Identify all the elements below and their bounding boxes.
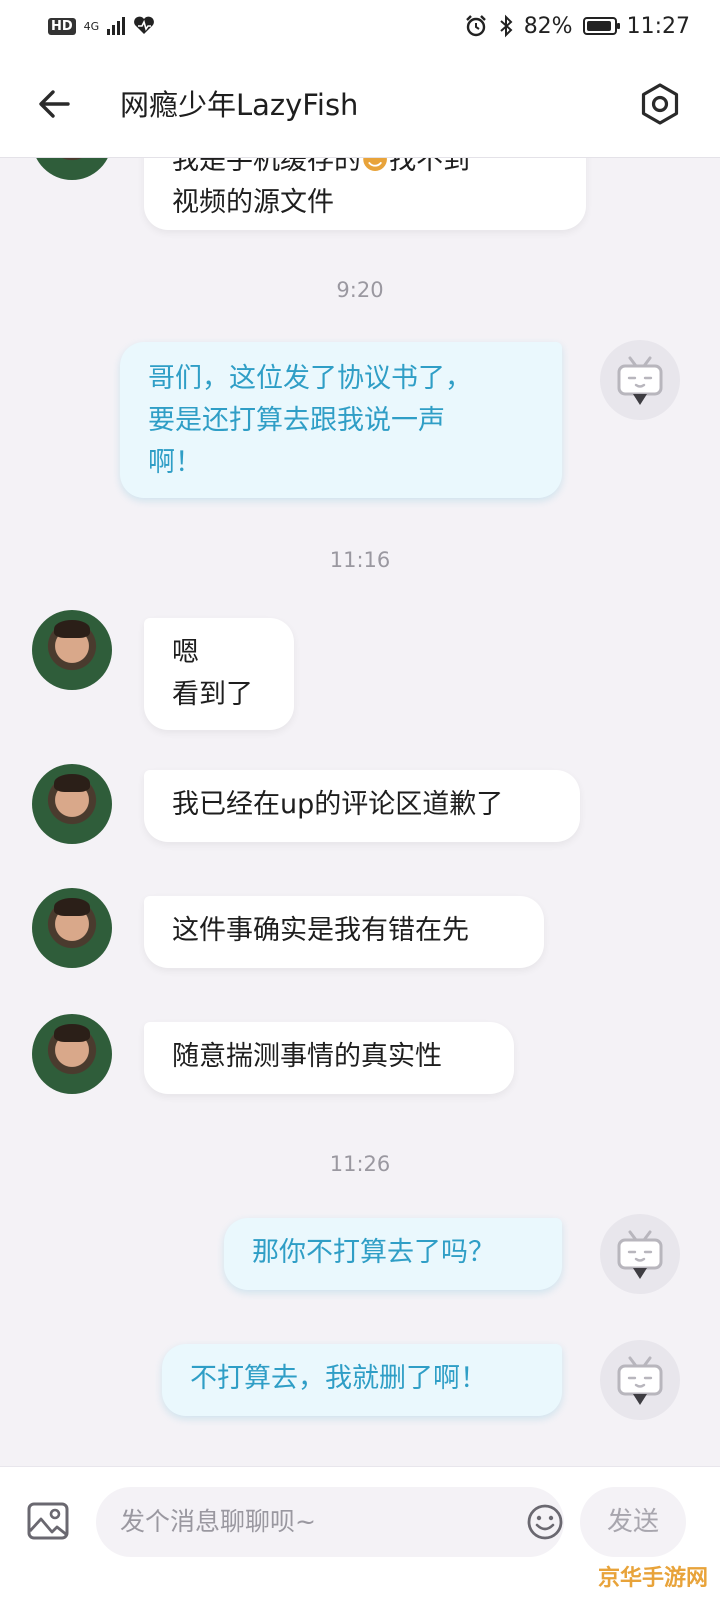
chat-header: 网瘾少年LazyFish <box>0 52 720 158</box>
alarm-icon <box>465 15 486 37</box>
emoji-icon: ☻ <box>361 158 390 176</box>
message-bubble-outgoing[interactable]: 不打算去，我就删了啊！ <box>162 1344 562 1416</box>
emoji-icon[interactable] <box>526 1503 564 1541</box>
my-avatar[interactable] <box>600 1340 680 1420</box>
timestamp: 9:20 <box>336 278 384 302</box>
message-text: 那你不打算去了吗？ <box>252 1237 495 1268</box>
signal-icon <box>107 17 126 35</box>
watermark: 京华手游网 <box>591 1558 714 1594</box>
bluetooth-icon <box>500 14 513 38</box>
network-indicator: 4G <box>83 19 100 33</box>
message-text: 嗯 <box>172 637 199 668</box>
tv-mascot-icon <box>617 1356 663 1405</box>
battery-icon <box>582 17 620 35</box>
message-bubble-outgoing[interactable]: 哥们，这位发了协议书了， 要是还打算去跟我说一声 啊！ <box>120 342 562 498</box>
status-bar: HD 4G 82% 11:27 <box>0 0 720 52</box>
message-text: 随意揣测事情的真实性 <box>172 1041 442 1072</box>
message-text: 啊！ <box>148 447 202 478</box>
send-button[interactable]: 发送 <box>580 1487 686 1557</box>
message-bubble-incoming[interactable]: 我是手机缓存的☻找不到 视频的源文件 <box>144 158 586 230</box>
contact-avatar[interactable] <box>32 610 112 690</box>
hd-icon: HD <box>48 17 76 35</box>
message-text: 看到了 <box>172 679 253 710</box>
back-arrow-icon[interactable] <box>34 84 74 124</box>
tv-mascot-icon <box>617 356 663 405</box>
message-bubble-incoming[interactable]: 随意揣测事情的真实性 <box>144 1022 514 1094</box>
image-icon[interactable] <box>26 1499 70 1543</box>
message-input[interactable]: 发个消息聊聊呗~ <box>96 1487 564 1557</box>
message-list[interactable]: 我是手机缓存的☻找不到 视频的源文件 9:20 哥们，这位发了协议书了， 要是还… <box>0 158 720 1466</box>
contact-avatar[interactable] <box>32 1014 112 1094</box>
timestamp: 11:16 <box>329 548 391 572</box>
message-text: 要是还打算去跟我说一声 <box>148 405 445 436</box>
contact-avatar[interactable] <box>32 764 112 844</box>
timestamp: 11:26 <box>329 1152 391 1176</box>
message-bubble-outgoing[interactable]: 那你不打算去了吗？ <box>224 1218 562 1290</box>
contact-avatar[interactable] <box>32 158 112 180</box>
contact-avatar[interactable] <box>32 888 112 968</box>
my-avatar[interactable] <box>600 340 680 420</box>
my-avatar[interactable] <box>600 1214 680 1294</box>
battery-percent: 82% <box>523 13 573 39</box>
status-right: 82% 11:27 <box>464 14 690 39</box>
message-text: 我是手机缓存的☻找不到 <box>172 158 558 182</box>
message-text: 不打算去，我就删了啊！ <box>190 1363 487 1394</box>
settings-icon[interactable] <box>638 82 682 126</box>
status-left: HD 4G <box>48 16 155 36</box>
message-bubble-incoming[interactable]: 这件事确实是我有错在先 <box>144 896 544 968</box>
chat-title: 网瘾少年LazyFish <box>120 88 359 122</box>
message-text: 哥们，这位发了协议书了， <box>148 363 472 394</box>
clock: 11:27 <box>626 13 690 39</box>
message-bubble-incoming[interactable]: 嗯 看到了 <box>144 618 294 730</box>
heart-rate-icon <box>134 16 155 34</box>
message-text: 视频的源文件 <box>172 187 334 218</box>
message-text: 我已经在up的评论区道歉了 <box>172 789 504 820</box>
message-bubble-incoming[interactable]: 我已经在up的评论区道歉了 <box>144 770 580 842</box>
message-text: 这件事确实是我有错在先 <box>172 915 469 946</box>
tv-mascot-icon <box>617 1230 663 1279</box>
